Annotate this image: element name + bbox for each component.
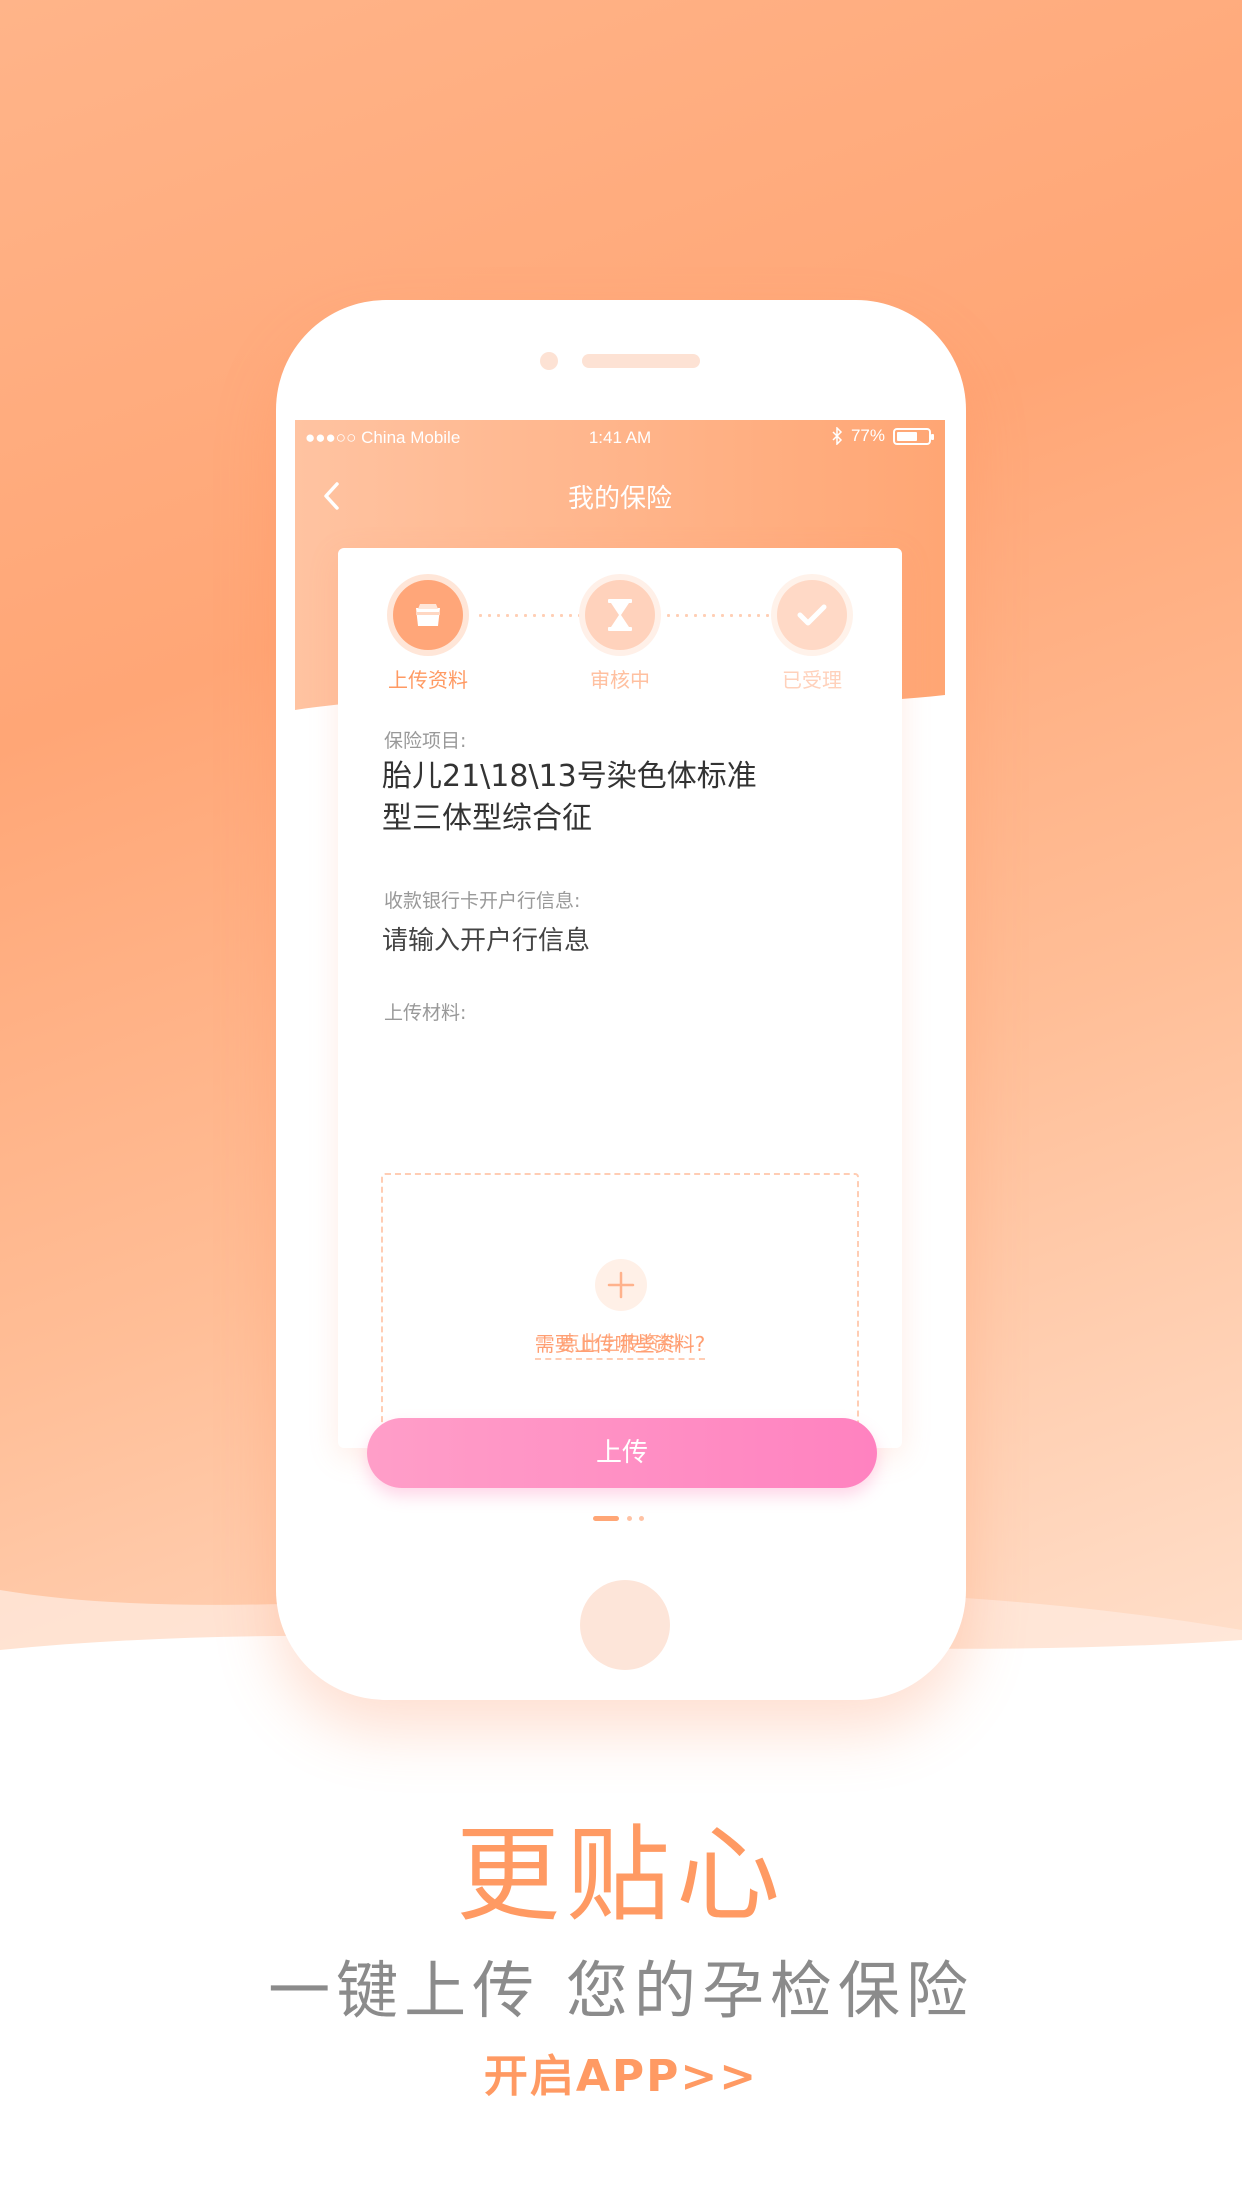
page-indicator-dot: [627, 1516, 632, 1521]
page-indicator-active: [593, 1516, 619, 1521]
upload-button[interactable]: 上传: [367, 1418, 877, 1488]
step-label: 审核中: [590, 668, 650, 692]
upload-area[interactable]: 点此上传资料: [381, 1173, 859, 1435]
help-link[interactable]: 需要上传哪些资料?: [534, 1332, 706, 1360]
page-indicator-dot: [639, 1516, 644, 1521]
insurance-value-line: 胎儿21\18\13号染色体标准: [382, 759, 757, 794]
page-title: 我的保险: [567, 484, 672, 514]
bank-input[interactable]: 请输入开户行信息: [382, 920, 590, 957]
headline: 更贴心: [455, 1814, 786, 1936]
step-label: 上传资料: [388, 668, 468, 692]
help-link-wrapper: 需要上传哪些资料?: [338, 1328, 902, 1360]
subline: 一键上传 您的孕检保险: [268, 1954, 974, 2027]
phone-speaker: [582, 354, 700, 368]
insurance-label: 保险项目:: [384, 730, 467, 752]
phone-screen: ●●●○○ China Mobile 1:41 AM 77% 我的保险 上传资料…: [295, 420, 945, 1570]
insurance-value-line: 型三体型综合征: [382, 801, 592, 836]
status-bar: ●●●○○ China Mobile 1:41 AM 77%: [295, 420, 945, 456]
materials-label: 上传材料:: [384, 1002, 467, 1024]
step-label: 已受理: [782, 668, 842, 692]
step-review: 审核中: [560, 580, 680, 693]
insurance-card: 上传资料 审核中 已受理 保险项目: 胎儿21\18\13号染色体标准 型三体型…: [338, 548, 902, 1448]
insurance-value: 胎儿21\18\13号染色体标准 型三体型综合征: [382, 756, 802, 840]
phone-home-button[interactable]: [580, 1580, 670, 1670]
step-upload: 上传资料: [368, 580, 488, 693]
plus-icon[interactable]: [595, 1259, 647, 1311]
upload-icon: [393, 580, 463, 650]
bank-label: 收款银行卡开户行信息:: [384, 890, 581, 912]
battery-icon: [893, 427, 934, 445]
bluetooth-icon: [832, 427, 843, 445]
check-icon: [777, 580, 847, 650]
step-accepted: 已受理: [752, 580, 872, 693]
hourglass-icon: [585, 580, 655, 650]
phone-camera: [540, 352, 558, 370]
open-app-link[interactable]: 开启APP>>: [0, 2040, 1242, 2104]
battery-percent: 77%: [850, 426, 885, 445]
status-right: 77%: [831, 426, 934, 446]
